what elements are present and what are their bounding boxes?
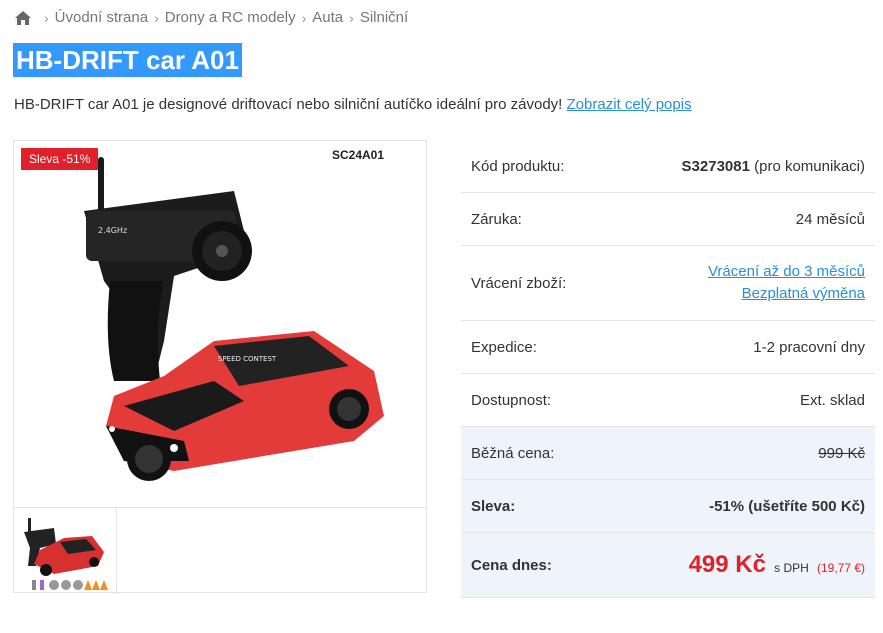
breadcrumb-link-home[interactable]: Úvodní strana (55, 9, 148, 26)
discount-value: -51% (ušetříte 500 Kč) (709, 497, 865, 515)
discount-badge: Sleva -51% (21, 148, 99, 170)
today-price-label: Cena dnes: (471, 556, 552, 574)
breadcrumb-link-drones[interactable]: Drony a RC modely (165, 9, 296, 26)
chevron-right-icon: › (154, 9, 159, 26)
free-exchange-link[interactable]: Bezplatná výměna (742, 285, 865, 302)
chevron-right-icon: › (301, 9, 307, 26)
vat-note: s DPH (774, 561, 809, 575)
warranty-label: Záruka: (471, 210, 522, 228)
product-code-value: S3273081 (pro komunikaci) (682, 158, 865, 175)
chevron-right-icon: › (44, 9, 49, 26)
remote-label: 2.4GHz (98, 226, 127, 235)
dispatch-row: Expedice: 1-2 pracovní dny (461, 321, 875, 374)
availability-row: Dostupnost: Ext. sklad (461, 374, 875, 427)
availability-value: Ext. sklad (799, 391, 865, 409)
thumbnail-strip (14, 507, 426, 594)
breadcrumb-link-road[interactable]: Silniční (360, 9, 408, 26)
product-main-image[interactable]: Sleva -51% SC24A01 2.4GHz SPEED CONTEST (14, 141, 426, 507)
dispatch-label: Expedice: (471, 338, 537, 356)
eur-price: (19,77 €) (816, 561, 865, 575)
product-code: S3273081 (681, 157, 750, 175)
product-code-row: Kód produktu: S3273081 (pro komunikaci) (461, 140, 875, 193)
warranty-value: 24 měsíců (795, 210, 865, 228)
dispatch-value: 1-2 pracovní dny (753, 338, 865, 356)
product-gallery: Sleva -51% SC24A01 2.4GHz SPEED CONTEST (13, 140, 427, 594)
product-description: HB-DRIFT car A01 je designové driftovací… (14, 96, 692, 113)
home-icon[interactable] (14, 10, 32, 26)
return-links: Vrácení až do 3 měsíců Bezplatná výměna (708, 261, 865, 305)
page-title: HB-DRIFT car A01 (13, 43, 242, 77)
return-policy-link[interactable]: Vrácení až do 3 měsíců (708, 263, 865, 280)
description-text: HB-DRIFT car A01 je designové driftovací… (14, 96, 563, 113)
thumbnail-car-icon (24, 518, 108, 590)
product-code-note: (pro komunikaci) (754, 157, 865, 175)
chevron-right-icon: › (349, 9, 354, 26)
breadcrumb: › Úvodní strana › Drony a RC modely › Au… (14, 9, 408, 26)
today-price-value: 499 Kč (688, 551, 766, 578)
today-price-row: Cena dnes: 499 Kč s DPH (19,77 €) (461, 533, 875, 598)
discount-row: Sleva: -51% (ušetříte 500 Kč) (461, 480, 875, 533)
product-info-table: Kód produktu: S3273081 (pro komunikaci) … (461, 140, 875, 598)
thumbnail-image[interactable] (14, 508, 117, 594)
today-price-block: 499 Kč s DPH (19,77 €) (689, 551, 865, 579)
show-full-description-link[interactable]: Zobrazit celý popis (567, 96, 692, 113)
car-decal: SPEED CONTEST (218, 355, 277, 363)
rc-car-illustration: 2.4GHz SPEED CONTEST (84, 157, 384, 481)
image-sku-label: SC24A01 (332, 148, 385, 162)
warranty-row: Záruka: 24 měsíců (461, 193, 875, 246)
discount-label: Sleva: (471, 497, 516, 515)
breadcrumb-link-cars[interactable]: Auta (312, 9, 343, 26)
return-row: Vrácení zboží: Vrácení až do 3 měsíců Be… (461, 246, 875, 321)
product-code-label: Kód produktu: (471, 157, 565, 175)
availability-label: Dostupnost: (471, 391, 552, 409)
regular-price-value: 999 Kč (818, 444, 865, 462)
regular-price-label: Běžná cena: (471, 444, 555, 462)
return-label: Vrácení zboží: (471, 274, 567, 292)
regular-price-row: Běžná cena: 999 Kč (461, 427, 875, 480)
